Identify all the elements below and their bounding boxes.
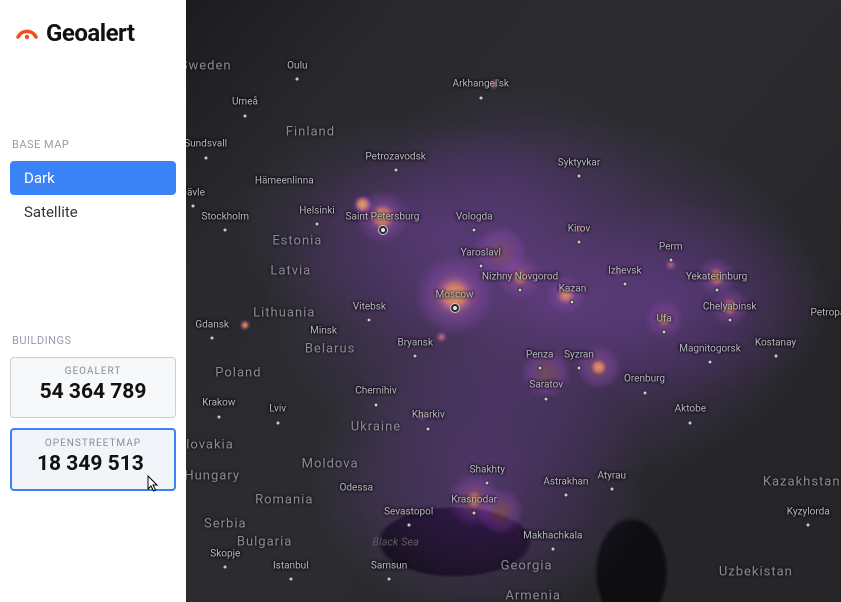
city-dot — [708, 360, 713, 365]
country-label: Lithuania — [253, 306, 315, 321]
city-dot — [288, 577, 293, 582]
country-label: Belarus — [305, 342, 356, 357]
city-dot — [806, 522, 811, 527]
country-label: Poland — [215, 366, 261, 381]
city-dot — [577, 366, 582, 371]
city-dot — [518, 288, 523, 293]
country-label: Bulgaria — [237, 534, 292, 549]
basemap-option-dark[interactable]: Dark — [10, 161, 176, 195]
city-dot — [544, 396, 549, 401]
city-dot — [315, 221, 320, 226]
country-label: Latvia — [270, 263, 311, 278]
country-label: Romania — [255, 492, 313, 507]
city-dot — [662, 330, 667, 335]
city-dot — [577, 173, 582, 178]
country-label: Georgia — [501, 558, 553, 573]
country-label: Kazakhstan — [763, 474, 841, 489]
country-label: Uzbekistan — [719, 564, 793, 579]
city-dot — [609, 486, 614, 491]
city-dot — [668, 258, 673, 263]
city-dot — [379, 226, 387, 234]
country-label: Moldova — [302, 456, 359, 471]
city-dot — [537, 366, 542, 371]
country-label: Serbia — [204, 516, 247, 531]
country-label: Armenia — [505, 588, 561, 602]
city-dot — [413, 354, 418, 359]
city-dot — [387, 577, 392, 582]
buildings-card-label: GEOALERT — [19, 366, 167, 377]
country-label: Sweden — [186, 59, 232, 74]
buildings-card-openstreetmap[interactable]: OPENSTREETMAP 18 349 513 — [10, 428, 176, 491]
city-dot — [223, 227, 228, 232]
city-dot — [223, 565, 228, 570]
city-dot — [406, 522, 411, 527]
basemap-option-satellite[interactable]: Satellite — [10, 195, 176, 229]
map-canvas[interactable]: Sweden Finland Estonia Latvia Lithuania Belar… — [186, 0, 841, 602]
city-dot — [367, 318, 372, 323]
city-dot — [688, 420, 693, 425]
buildings-card-value: 18 349 513 — [20, 452, 166, 476]
geoalert-logo-icon — [14, 18, 40, 48]
country-label: Slovakia — [186, 438, 234, 453]
city-dot — [210, 336, 215, 341]
city-dot — [642, 390, 647, 395]
city-dot — [426, 426, 431, 431]
logo-text: Geoalert — [46, 19, 135, 47]
buildings-card-value: 54 364 789 — [19, 380, 167, 404]
city-dot — [714, 288, 719, 293]
buildings-card-geoalert[interactable]: GEOALERT 54 364 789 — [10, 357, 176, 418]
city-dot — [478, 95, 483, 100]
sidebar: Geoalert BASE MAP Dark Satellite BUILDIN… — [0, 0, 186, 602]
city-dot — [242, 113, 247, 118]
country-label: Ukraine — [351, 420, 401, 435]
city-dot — [216, 414, 221, 419]
buildings-section-label: BUILDINGS — [10, 334, 176, 347]
city-dot — [203, 155, 208, 160]
basemap-group: Dark Satellite — [10, 161, 176, 229]
city-dot — [451, 304, 459, 312]
city-dot — [275, 420, 280, 425]
city-dot — [622, 282, 627, 287]
country-label: Finland — [286, 125, 335, 140]
city-dot — [295, 77, 300, 82]
sea-label: Black Sea — [372, 535, 419, 548]
buildings-group: GEOALERT 54 364 789 OPENSTREETMAP 18 349… — [10, 357, 176, 491]
city-dot — [472, 510, 477, 515]
basemap-section-label: BASE MAP — [10, 138, 176, 151]
city-dot — [727, 318, 732, 323]
city-dot — [563, 492, 568, 497]
city-dot — [550, 547, 555, 552]
country-label: Hungary — [186, 468, 240, 483]
city-dot — [190, 203, 195, 208]
city-dot — [478, 264, 483, 269]
city-dot — [570, 300, 575, 305]
country-label: Estonia — [272, 233, 322, 248]
city-dot — [485, 480, 490, 485]
city-dot — [472, 227, 477, 232]
city-dot — [577, 240, 582, 245]
city-dot — [373, 402, 378, 407]
city-dot — [393, 167, 398, 172]
logo[interactable]: Geoalert — [10, 18, 176, 48]
heatmap-layer — [186, 0, 841, 602]
city-dot — [773, 354, 778, 359]
buildings-card-label: OPENSTREETMAP — [20, 438, 166, 449]
